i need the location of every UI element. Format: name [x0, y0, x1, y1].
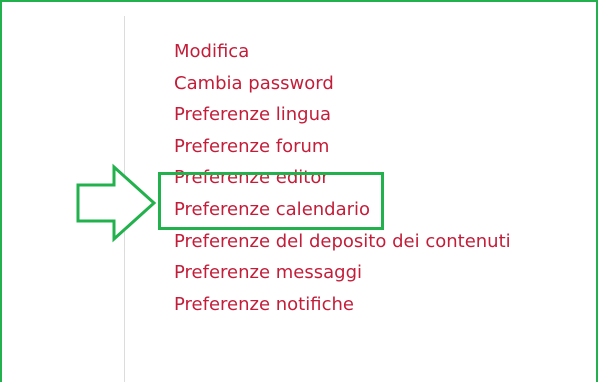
preferenze-notifiche-link[interactable]: Preferenze notifiche — [174, 294, 354, 315]
menu-item-preferenze-messaggi: Preferenze messaggi — [174, 257, 511, 289]
preferenze-forum-link[interactable]: Preferenze forum — [174, 136, 329, 157]
preferenze-messaggi-link[interactable]: Preferenze messaggi — [174, 262, 362, 283]
highlight-box — [158, 172, 384, 230]
menu-item-preferenze-lingua: Preferenze lingua — [174, 99, 511, 131]
menu-item-cambia-password: Cambia password — [174, 68, 511, 100]
arrow-right-icon — [76, 163, 157, 243]
menu-item-modifica: Modifica — [174, 36, 511, 68]
menu-item-preferenze-notifiche: Preferenze notifiche — [174, 289, 511, 321]
cambia-password-link[interactable]: Cambia password — [174, 73, 334, 94]
preferenze-lingua-link[interactable]: Preferenze lingua — [174, 104, 331, 125]
menu-item-preferenze-deposito: Preferenze del deposito dei contenuti — [174, 226, 511, 258]
modifica-link[interactable]: Modifica — [174, 41, 249, 62]
preferenze-deposito-contenuti-link[interactable]: Preferenze del deposito dei contenuti — [174, 231, 511, 252]
menu-item-preferenze-forum: Preferenze forum — [174, 131, 511, 163]
